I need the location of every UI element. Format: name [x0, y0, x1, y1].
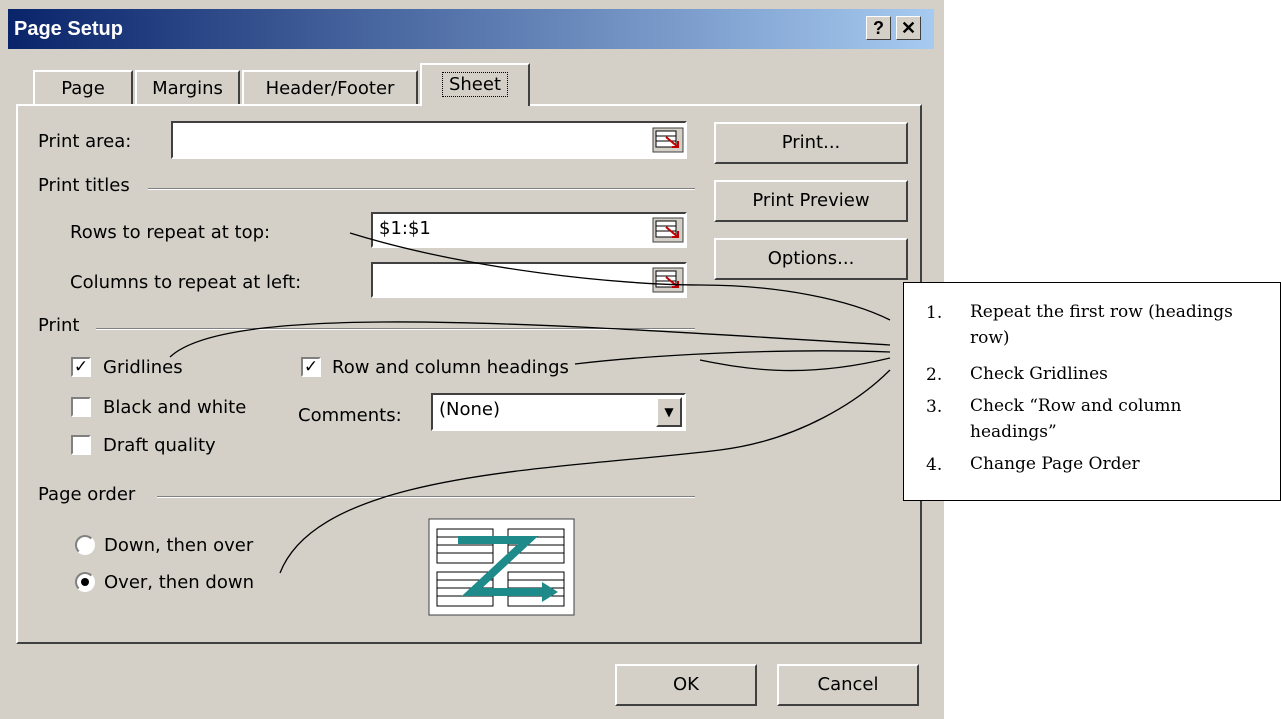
- annotation-number: 4.: [926, 455, 943, 475]
- window-title: Page Setup: [14, 18, 123, 40]
- gridlines-checkbox[interactable]: ✓: [71, 357, 91, 377]
- down-then-over-radio[interactable]: [75, 535, 95, 555]
- gridlines-label: Gridlines: [103, 357, 183, 378]
- over-then-down-label: Over, then down: [104, 572, 254, 593]
- cancel-button[interactable]: Cancel: [777, 664, 919, 706]
- row-col-headings-checkbox[interactable]: ✓: [301, 357, 321, 377]
- tab-sheet-label: Sheet: [441, 72, 509, 97]
- cols-repeat-input[interactable]: [371, 262, 687, 298]
- annotation-text: Check “Row and column headings”: [970, 396, 1182, 442]
- print-area-label: Print area:: [38, 131, 132, 152]
- annotation-text: Repeat the first row (headings row): [970, 302, 1233, 348]
- chevron-down-icon[interactable]: ▼: [656, 397, 682, 427]
- down-then-over-label: Down, then over: [104, 535, 254, 556]
- black-white-checkbox[interactable]: [71, 397, 91, 417]
- rows-repeat-input[interactable]: $1:$1: [371, 212, 687, 248]
- page-order-preview-icon: [428, 518, 575, 616]
- comments-select[interactable]: (None) ▼: [431, 393, 686, 431]
- print-titles-label: Print titles: [38, 175, 130, 196]
- help-button[interactable]: ?: [866, 16, 891, 40]
- comments-label: Comments:: [298, 405, 402, 426]
- tab-page[interactable]: Page: [33, 70, 133, 106]
- ok-button[interactable]: OK: [615, 664, 757, 706]
- print-group-label: Print: [38, 315, 80, 336]
- title-bar: Page Setup ? ✕: [8, 9, 934, 49]
- options-button[interactable]: Options...: [714, 238, 908, 280]
- close-button[interactable]: ✕: [896, 16, 921, 40]
- annotation-text: Change Page Order: [970, 454, 1140, 474]
- tab-margins[interactable]: Margins: [135, 70, 240, 106]
- cols-repeat-label: Columns to repeat at left:: [70, 272, 302, 293]
- annotation-text: Check Gridlines: [970, 364, 1108, 384]
- black-white-label: Black and white: [103, 397, 247, 418]
- rows-repeat-label: Rows to repeat at top:: [70, 222, 271, 243]
- tab-header-footer[interactable]: Header/Footer: [242, 70, 418, 106]
- print-button[interactable]: Print...: [714, 122, 908, 164]
- annotation-number: 1.: [926, 303, 943, 323]
- row-col-headings-label: Row and column headings: [332, 357, 569, 378]
- draft-quality-label: Draft quality: [103, 435, 216, 456]
- over-then-down-radio[interactable]: [75, 572, 95, 592]
- annotation-callout: 1. Repeat the first row (headings row) 2…: [903, 282, 1281, 501]
- page-order-divider: [157, 496, 695, 498]
- annotation-number: 3.: [926, 397, 943, 417]
- collapse-dialog-icon[interactable]: [652, 127, 684, 153]
- comments-value: (None): [439, 399, 501, 420]
- draft-quality-checkbox[interactable]: [71, 435, 91, 455]
- tab-sheet[interactable]: Sheet: [420, 63, 530, 106]
- print-preview-button[interactable]: Print Preview: [714, 180, 908, 222]
- print-group-divider: [96, 328, 695, 330]
- annotation-number: 2.: [926, 365, 943, 385]
- print-titles-divider: [148, 188, 695, 190]
- collapse-dialog-icon[interactable]: [652, 267, 684, 293]
- page-setup-dialog: Page Setup ? ✕ Page Margins Header/Foote…: [0, 0, 944, 719]
- collapse-dialog-icon[interactable]: [652, 217, 684, 243]
- page-order-label: Page order: [38, 484, 136, 505]
- print-area-input[interactable]: [171, 121, 687, 159]
